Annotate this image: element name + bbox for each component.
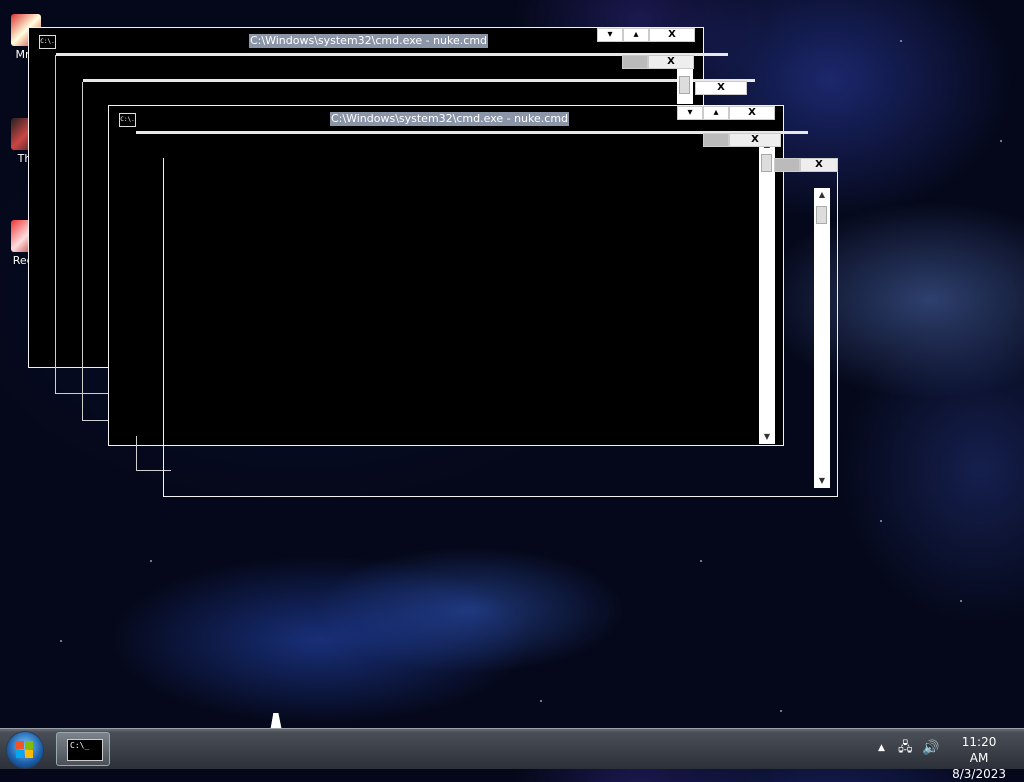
window-controls: X xyxy=(622,55,694,69)
maximize-button[interactable]: ▴ xyxy=(623,28,649,42)
minimize-button[interactable] xyxy=(622,55,648,69)
start-button[interactable] xyxy=(6,731,44,769)
cmd-window-bottom[interactable]: X ▲ ▼ xyxy=(163,158,838,497)
clock[interactable]: 11:20 AM 8/3/2023 xyxy=(952,734,1006,782)
cmd-icon: C:\_ xyxy=(67,739,103,761)
close-button[interactable]: X xyxy=(800,158,838,172)
scroll-thumb[interactable] xyxy=(679,76,690,94)
volume-icon[interactable]: 🔊 xyxy=(922,740,939,756)
close-button[interactable]: X xyxy=(695,81,747,95)
clock-date: 8/3/2023 xyxy=(952,767,1006,781)
cmd-icon: C:\. xyxy=(39,35,56,49)
cmd-icon: C:\. xyxy=(119,113,136,127)
close-button[interactable]: X xyxy=(729,133,781,147)
minimize-button[interactable] xyxy=(774,158,800,172)
scroll-thumb[interactable] xyxy=(816,206,827,224)
minimize-button[interactable]: ▾ xyxy=(597,28,623,42)
clock-time: 11:20 AM xyxy=(961,735,997,765)
show-hidden-icons-button[interactable]: ▲ xyxy=(878,743,885,753)
title-bar[interactable]: C:\. C:\Windows\system32\cmd.exe - nuke.… xyxy=(109,106,783,128)
scroll-up-button[interactable]: ▲ xyxy=(814,188,830,202)
close-button[interactable]: X xyxy=(729,106,775,120)
taskbar: C:\_ ▲ 🖧 🔊 11:20 AM 8/3/2023 xyxy=(0,728,1024,781)
window-controls: X xyxy=(703,133,781,147)
title-bar[interactable]: C:\. C:\Windows\system32\cmd.exe - nuke.… xyxy=(29,28,703,50)
close-button[interactable]: X xyxy=(649,28,695,42)
window-title: C:\Windows\system32\cmd.exe - nuke.cmd xyxy=(249,34,489,48)
minimize-button[interactable] xyxy=(703,133,729,147)
maximize-button[interactable]: ▴ xyxy=(703,106,729,120)
window-controls: X xyxy=(695,81,747,95)
window-title: C:\Windows\system32\cmd.exe - nuke.cmd xyxy=(330,112,570,126)
window-controls: ▾ ▴ X xyxy=(677,106,775,120)
window-controls: ▾ ▴ X xyxy=(597,28,695,42)
window-controls: X xyxy=(774,158,838,172)
scroll-down-button[interactable]: ▼ xyxy=(814,474,830,488)
mouse-cursor xyxy=(270,713,285,729)
scrollbar[interactable]: ▲ ▼ xyxy=(814,188,830,488)
taskbar-cmd-button[interactable]: C:\_ xyxy=(56,732,110,766)
windows-logo-icon xyxy=(16,741,34,759)
network-icon[interactable]: 🖧 xyxy=(898,741,913,755)
close-button[interactable]: X xyxy=(648,55,694,69)
minimize-button[interactable]: ▾ xyxy=(677,106,703,120)
window-ghost-frame xyxy=(83,79,755,82)
